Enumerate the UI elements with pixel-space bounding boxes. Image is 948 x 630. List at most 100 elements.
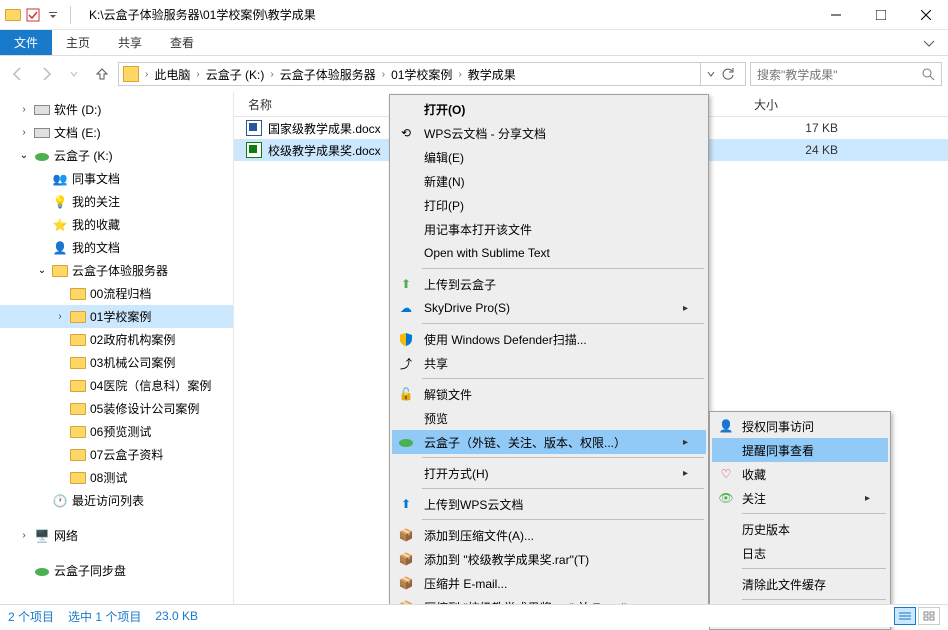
tree-f00[interactable]: 00流程归档 — [0, 282, 233, 305]
tab-file[interactable]: 文件 — [0, 30, 52, 55]
status-selected: 选中 1 个项目 — [68, 608, 141, 625]
share-icon: ⤴ — [398, 355, 414, 371]
sub-history[interactable]: 历史版本 — [712, 517, 888, 541]
crumb-current[interactable]: 教学成果 — [464, 63, 520, 85]
search-input[interactable]: 搜索"教学成果" — [750, 62, 942, 86]
tree-f08[interactable]: 08测试 — [0, 466, 233, 489]
cloud-icon — [34, 148, 50, 164]
rar-icon: 📦 — [398, 575, 414, 591]
ctx-add-rar[interactable]: 📦添加到 "校级教学成果奖.rar"(T) — [392, 547, 706, 571]
cloud-icon: ☁ — [398, 300, 414, 316]
up-button[interactable] — [90, 62, 114, 86]
col-size[interactable]: 大小 — [740, 96, 948, 113]
ctx-preview[interactable]: 预览 — [392, 406, 706, 430]
breadcrumb-folder-icon — [123, 66, 139, 82]
ctx-new[interactable]: 新建(N) — [392, 169, 706, 193]
tree-docs[interactable]: ›文档 (E:) — [0, 121, 233, 144]
search-icon[interactable] — [921, 67, 935, 81]
crumb-server[interactable]: 云盒子体验服务器 — [276, 63, 380, 85]
tab-home[interactable]: 主页 — [52, 30, 104, 55]
tree-f07[interactable]: 07云盒子资料 — [0, 443, 233, 466]
ctx-edit[interactable]: 编辑(E) — [392, 145, 706, 169]
tree-f02[interactable]: 02政府机构案例 — [0, 328, 233, 351]
address-bar: › 此电脑› 云盒子 (K:)› 云盒子体验服务器› 01学校案例› 教学成果 … — [0, 56, 948, 92]
tree-server[interactable]: ⌄云盒子体验服务器 — [0, 259, 233, 282]
qat-item-icon[interactable] — [24, 6, 42, 24]
dropdown-icon[interactable] — [707, 70, 715, 78]
people-icon: 👥 — [52, 171, 68, 187]
docx-icon — [246, 142, 262, 158]
ctx-open[interactable]: 打开(O) — [392, 97, 706, 121]
refresh-icon[interactable] — [721, 67, 735, 81]
ctx-wps-share[interactable]: ⟲WPS云文档 - 分享文档 — [392, 121, 706, 145]
ctx-share[interactable]: ⤴共享 — [392, 351, 706, 375]
ctx-defender[interactable]: 使用 Windows Defender扫描... — [392, 327, 706, 351]
tree-cloudbox[interactable]: ⌄云盒子 (K:) — [0, 144, 233, 167]
tab-view[interactable]: 查看 — [156, 30, 208, 55]
cloud-sync-icon — [34, 563, 50, 579]
ctx-skydrive[interactable]: ☁SkyDrive Pro(S)▸ — [392, 296, 706, 320]
tree-f04[interactable]: 04医院（信息科）案例 — [0, 374, 233, 397]
context-menu: 打开(O) ⟲WPS云文档 - 分享文档 编辑(E) 新建(N) 打印(P) 用… — [389, 94, 709, 609]
window-title: K:\云盒子体验服务器\01学校案例\教学成果 — [89, 6, 316, 23]
tree-sync[interactable]: 云盒子同步盘 — [0, 559, 233, 582]
sub-favorite[interactable]: ♡收藏 — [712, 462, 888, 486]
sub-grant[interactable]: 👤授权同事访问 — [712, 414, 888, 438]
ctx-open-with[interactable]: 打开方式(H)▸ — [392, 461, 706, 485]
ctx-cloudbox[interactable]: 云盒子（外链、关注、版本、权限...）▸ — [392, 430, 706, 454]
recent-dropdown[interactable] — [62, 62, 86, 86]
tree-network[interactable]: ›🖥️网络 — [0, 524, 233, 547]
tree-recent[interactable]: 🕐最近访问列表 — [0, 489, 233, 512]
status-count: 2 个项目 — [8, 608, 54, 625]
view-details-button[interactable] — [894, 607, 916, 625]
crumb-pc[interactable]: 此电脑 — [150, 63, 194, 85]
ctx-notepad[interactable]: 用记事本打开该文件 — [392, 217, 706, 241]
wps-icon: ⬆ — [398, 496, 414, 512]
tree-f05[interactable]: 05装修设计公司案例 — [0, 397, 233, 420]
share-icon: ⟲ — [398, 125, 414, 141]
ribbon-tabs: 文件 主页 共享 查看 — [0, 30, 948, 56]
upload-icon: ⬆ — [398, 276, 414, 292]
ctx-compress-email[interactable]: 📦压缩并 E-mail... — [392, 571, 706, 595]
tree-follow[interactable]: 💡我的关注 — [0, 190, 233, 213]
maximize-button[interactable] — [858, 0, 903, 30]
ribbon-expand-icon[interactable] — [910, 30, 948, 55]
rar-icon: 📦 — [398, 551, 414, 567]
tree-software[interactable]: ›软件 (D:) — [0, 98, 233, 121]
sub-log[interactable]: 日志 — [712, 541, 888, 565]
eye-icon: 👁 — [718, 490, 734, 506]
tree-favorites[interactable]: ⭐我的收藏 — [0, 213, 233, 236]
tree-f03[interactable]: 03机械公司案例 — [0, 351, 233, 374]
sub-clear-cache[interactable]: 清除此文件缓存 — [712, 572, 888, 596]
person-icon: 👤 — [52, 240, 68, 256]
tab-share[interactable]: 共享 — [104, 30, 156, 55]
tree-f06[interactable]: 06预览测试 — [0, 420, 233, 443]
tree-mydocs[interactable]: 👤我的文档 — [0, 236, 233, 259]
tree-colleague[interactable]: 👥同事文档 — [0, 167, 233, 190]
qat-dropdown-icon[interactable] — [44, 6, 62, 24]
back-button[interactable] — [6, 62, 30, 86]
ctx-print[interactable]: 打印(P) — [392, 193, 706, 217]
network-icon: 🖥️ — [34, 528, 50, 544]
crumb-case[interactable]: 01学校案例 — [387, 63, 456, 85]
status-bar: 2 个项目 选中 1 个项目 23.0 KB — [0, 604, 948, 627]
view-icons-button[interactable] — [918, 607, 940, 625]
ctx-unlock[interactable]: 🔓解锁文件 — [392, 382, 706, 406]
sub-follow[interactable]: 👁关注▸ — [712, 486, 888, 510]
ctx-sublime[interactable]: Open with Sublime Text — [392, 241, 706, 265]
tree-f01[interactable]: ›01学校案例 — [0, 305, 233, 328]
minimize-button[interactable] — [813, 0, 858, 30]
forward-button[interactable] — [34, 62, 58, 86]
nav-tree: ›软件 (D:) ›文档 (E:) ⌄云盒子 (K:) 👥同事文档 💡我的关注 … — [0, 92, 234, 604]
crumb-drive[interactable]: 云盒子 (K:) — [202, 63, 269, 85]
close-button[interactable] — [903, 0, 948, 30]
breadcrumb[interactable]: › 此电脑› 云盒子 (K:)› 云盒子体验服务器› 01学校案例› 教学成果 — [118, 62, 746, 86]
ctx-compress[interactable]: 📦添加到压缩文件(A)... — [392, 523, 706, 547]
lock-icon: 🔓 — [398, 386, 414, 402]
ctx-upload-wps[interactable]: ⬆上传到WPS云文档 — [392, 492, 706, 516]
star-icon: ⭐ — [52, 217, 68, 233]
bulb-icon: 💡 — [52, 194, 68, 210]
ctx-upload-cloud[interactable]: ⬆上传到云盒子 — [392, 272, 706, 296]
heart-icon: ♡ — [718, 466, 734, 482]
sub-remind[interactable]: 提醒同事查看 — [712, 438, 888, 462]
